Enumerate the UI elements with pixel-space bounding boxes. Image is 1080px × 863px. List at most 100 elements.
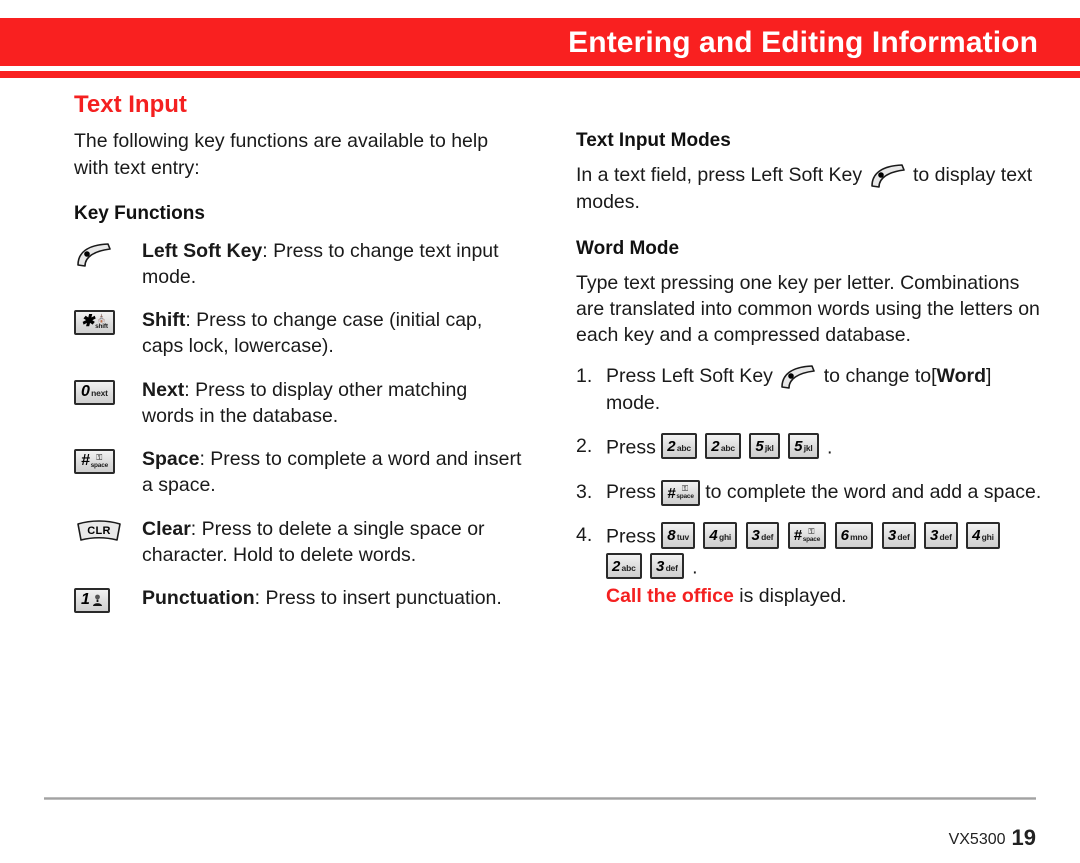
keypad-chip: 2 abc bbox=[705, 432, 741, 460]
step-bold-word: Word bbox=[936, 364, 986, 387]
list-item: 2. Press 2 abc 2 abc 5 jkl 5 jkl . bbox=[576, 432, 1046, 464]
key-digit: 3 bbox=[930, 527, 939, 545]
key-digit: # bbox=[667, 484, 676, 502]
keypad-chip: 3 def bbox=[924, 522, 958, 549]
list-item-text: Next: Press to display other matching wo… bbox=[142, 378, 524, 429]
key-letters: def bbox=[665, 562, 678, 573]
lock-glyph: ⚿ bbox=[682, 484, 689, 494]
pound-space-key-icon: # ⚿ space bbox=[74, 447, 142, 475]
footer-divider bbox=[44, 797, 1036, 800]
step-text-after-icon: to change to bbox=[823, 364, 932, 387]
page-header-title: Entering and Editing Information bbox=[568, 26, 1038, 59]
list-item-term: Punctuation bbox=[142, 587, 255, 610]
page-number: 19 bbox=[1011, 825, 1036, 850]
key-digit: 3 bbox=[656, 557, 665, 575]
zero-next-key-icon: 0 next bbox=[74, 378, 142, 405]
key-letters: abc bbox=[720, 442, 735, 453]
list-item-term: Space bbox=[142, 448, 200, 471]
header-red-stripe bbox=[0, 71, 1080, 78]
word-mode-steps: 1. Press Left Soft Key to change to[Word… bbox=[576, 363, 1046, 611]
key-letters: ghi bbox=[718, 532, 732, 543]
left-soft-key-icon bbox=[74, 239, 142, 268]
footer-model: VX5300 bbox=[948, 831, 1006, 848]
key-sublabel: space bbox=[90, 461, 109, 469]
keypad-chip: 3 def bbox=[745, 522, 780, 549]
bracket-close: ] bbox=[986, 364, 992, 387]
key-sublabel: shift bbox=[95, 322, 108, 330]
key-digit: # bbox=[81, 452, 90, 470]
lock-glyph: ⚿ bbox=[96, 452, 103, 462]
keypad-chip: 3 def bbox=[881, 522, 916, 549]
keypad-chip: 5 jkl bbox=[788, 432, 819, 460]
key-digit: 8 bbox=[667, 527, 676, 545]
text-input-modes-paragraph: In a text field, press Left Soft Key to … bbox=[576, 162, 1046, 216]
star-shift-key-icon: ✱ ⛪ shift bbox=[74, 308, 142, 336]
list-item-term: Clear bbox=[142, 517, 191, 540]
keypad-chip: 4 ghi bbox=[703, 522, 738, 549]
key-letters: def bbox=[897, 532, 910, 543]
step-text-before: Press bbox=[606, 525, 656, 548]
result-word: Call the office bbox=[606, 585, 734, 608]
step-tail: . bbox=[692, 556, 698, 579]
list-item: 4. Press 8 tuv 4 ghi 3 def # ⚿ space 6 mno 3 de… bbox=[576, 522, 1046, 610]
step-text-before: Press Left Soft Key bbox=[606, 364, 773, 387]
key-digit: 2 bbox=[667, 437, 676, 455]
shift-glyph: ⛪ bbox=[96, 313, 107, 323]
voicemail-icon bbox=[92, 594, 103, 607]
list-item-desc: : Press to complete a word and insert a … bbox=[142, 448, 522, 497]
clear-key-label: CLR bbox=[87, 524, 111, 537]
key-sublabel: next bbox=[91, 387, 108, 398]
left-soft-key-icon bbox=[778, 363, 818, 390]
step-number: 3. bbox=[576, 481, 593, 504]
text-input-modes-before: In a text field, press Left Soft Key bbox=[576, 164, 863, 186]
keypad-chip: # ⚿ space bbox=[661, 479, 700, 507]
step-body: Press 2 abc 2 abc 5 jkl 5 jkl . bbox=[606, 432, 1046, 464]
list-item-term: Next bbox=[142, 378, 185, 401]
key-letters: abc bbox=[621, 562, 636, 573]
list-item-desc: : Press to change case (initial cap, cap… bbox=[142, 309, 483, 358]
key-functions-list: Left Soft Key: Press to change text inpu… bbox=[74, 239, 524, 614]
footer: VX5300 19 bbox=[949, 825, 1036, 851]
list-item: CLR Clear: Press to delete a single spac… bbox=[74, 517, 524, 568]
list-item-term: Left Soft Key bbox=[142, 240, 263, 263]
key-digit: 4 bbox=[709, 527, 718, 545]
key-digit: 2 bbox=[711, 437, 720, 455]
list-item-text: Left Soft Key: Press to change text inpu… bbox=[142, 239, 524, 290]
key-letters: jkl bbox=[803, 442, 813, 453]
clear-key-icon: CLR bbox=[74, 517, 142, 543]
right-column: Text Input Modes In a text field, press … bbox=[576, 130, 1046, 626]
left-column: Text Input The following key functions a… bbox=[74, 91, 524, 631]
lock-glyph: ⚿ bbox=[808, 526, 815, 536]
list-item: ✱ ⛪ shift Shift: Press to change case (ini… bbox=[74, 308, 524, 359]
keypad-chip: 8 tuv bbox=[661, 522, 695, 549]
list-item-text: Space: Press to complete a word and inse… bbox=[142, 447, 524, 498]
word-mode-heading: Word Mode bbox=[576, 237, 680, 259]
key-digit: 0 bbox=[81, 382, 90, 400]
list-item: 3. Press # ⚿ space to complete the word an… bbox=[576, 479, 1046, 507]
key-letters: tuv bbox=[676, 532, 689, 543]
list-item: # ⚿ space Space: Press to complete a word … bbox=[74, 447, 524, 498]
keypad-chip: 2 abc bbox=[606, 552, 642, 580]
key-digit: 5 bbox=[794, 437, 803, 455]
key-digit: 3 bbox=[887, 527, 896, 545]
key-functions-heading: Key Functions bbox=[74, 203, 205, 225]
keypad-chip: 4 ghi bbox=[966, 522, 1000, 549]
list-item: Left Soft Key: Press to change text inpu… bbox=[74, 239, 524, 290]
left-soft-key-icon bbox=[868, 162, 908, 189]
keypad-chip: # ⚿ space bbox=[787, 522, 827, 549]
list-item-text: Shift: Press to change case (initial cap… bbox=[142, 308, 524, 359]
key-digit: 3 bbox=[751, 527, 760, 545]
key-letters: def bbox=[761, 532, 774, 543]
text-input-modes-heading: Text Input Modes bbox=[576, 130, 731, 151]
key-digit: 1 bbox=[81, 591, 90, 609]
key-digit: ✱ bbox=[81, 313, 95, 331]
step-text-before: Press bbox=[606, 481, 656, 504]
key-digit: 2 bbox=[612, 557, 621, 575]
list-item-text: Punctuation: Press to insert punctuation… bbox=[142, 586, 524, 612]
key-letters: mno bbox=[850, 532, 868, 543]
keypad-sequence: 8 tuv 4 ghi 3 def # ⚿ space 6 mno 3 def 3 def 4g… bbox=[606, 522, 1003, 580]
key-letters: space bbox=[802, 535, 821, 543]
word-mode-paragraph: Type text pressing one key per letter. C… bbox=[576, 271, 1040, 347]
key-digit: 6 bbox=[840, 527, 849, 545]
key-digit: # bbox=[793, 527, 802, 545]
